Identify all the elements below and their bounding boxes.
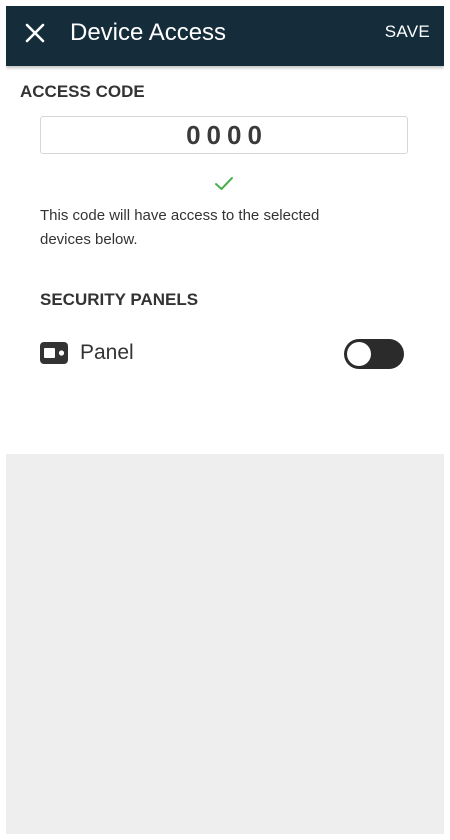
save-button[interactable]: SAVE (385, 22, 430, 42)
security-panels-heading: SECURITY PANELS (40, 290, 199, 309)
device-label-panel: Panel (80, 341, 134, 364)
panel-access-toggle[interactable] (344, 339, 404, 369)
access-code-heading: ACCESS CODE (20, 82, 145, 101)
toggle-knob (347, 342, 371, 366)
check-icon (215, 177, 233, 190)
close-icon (25, 23, 45, 43)
device-access-card: ACCESS CODE 0000 This code will have acc… (6, 66, 444, 454)
security-panel-icon (40, 342, 68, 364)
access-code-help-text: This code will have access to the select… (40, 207, 320, 248)
page-title: Device Access (70, 19, 227, 46)
close-button[interactable] (20, 18, 50, 48)
screen: Device Access SAVE ACCESS CODE 0000 This… (6, 6, 444, 834)
app-bar: Device Access SAVE (6, 6, 444, 66)
device-row-panel: Panel (40, 336, 408, 370)
access-code-field[interactable]: 0000 (40, 116, 408, 154)
access-code-value: 0000 (186, 119, 268, 150)
